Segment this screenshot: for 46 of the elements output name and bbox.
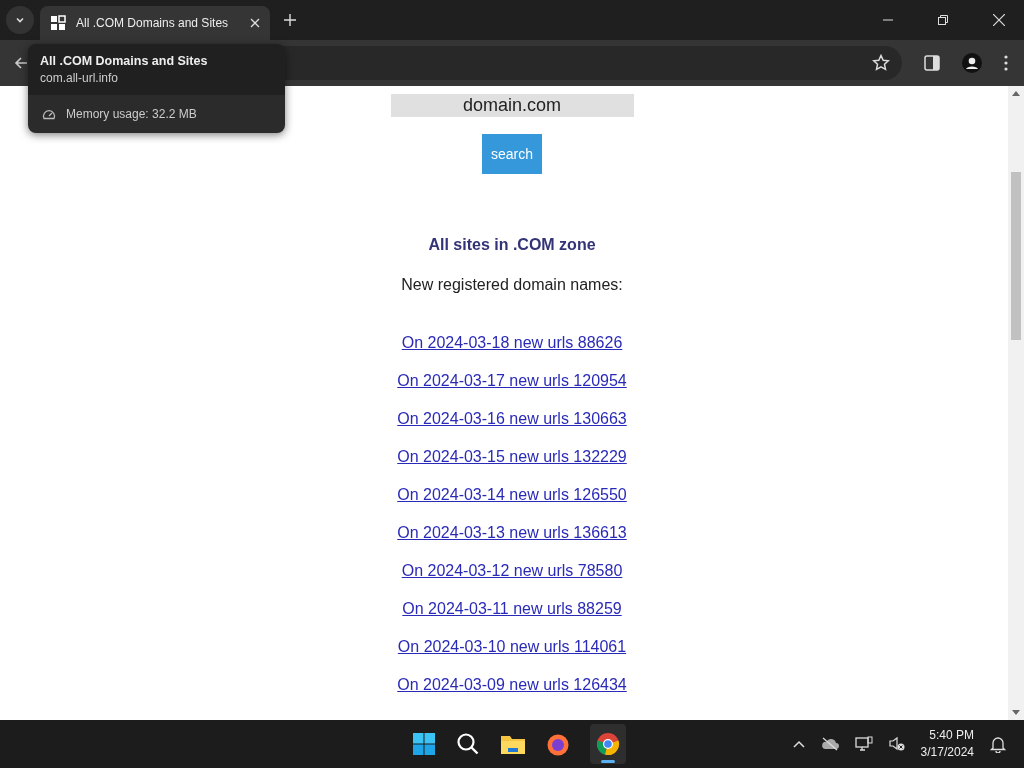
date-link[interactable]: On 2024-03-15 new urls 132229: [397, 446, 627, 467]
grid-favicon-icon: [50, 15, 66, 31]
section-heading: All sites in .COM zone: [428, 236, 596, 254]
search-field[interactable]: domain.com: [390, 94, 634, 117]
restore-icon[interactable]: [938, 15, 948, 25]
profile-icon[interactable]: [962, 53, 982, 73]
close-tab-icon[interactable]: [250, 18, 260, 28]
chrome-taskbar-button[interactable]: [590, 724, 626, 764]
speaker-muted-icon[interactable]: [888, 736, 905, 752]
folder-icon[interactable]: [500, 733, 526, 755]
hover-card-title: All .COM Domains and Sites: [40, 54, 209, 68]
subheading: New registered domain names:: [401, 276, 623, 294]
bookmark-star-icon[interactable]: [872, 54, 890, 72]
clock-date[interactable]: 3/17/2024: [920, 744, 974, 761]
clock-time[interactable]: 5:40 PM: [929, 727, 974, 744]
menu-icon[interactable]: [1004, 55, 1008, 71]
memory-usage: Memory usage: 32.2 MB: [66, 107, 197, 121]
date-link[interactable]: On 2024-03-18 new urls 88626: [401, 332, 623, 353]
date-link[interactable]: On 2024-03-09 new urls 126434: [397, 674, 627, 695]
date-link[interactable]: On 2024-03-17 new urls 120954: [397, 370, 627, 391]
cloud-off-icon[interactable]: [820, 737, 839, 751]
new-tab-icon[interactable]: [284, 14, 296, 26]
search-icon[interactable]: [456, 732, 480, 756]
firefox-icon[interactable]: [546, 732, 570, 756]
chrome-icon: [596, 732, 620, 756]
side-panel-icon[interactable]: [924, 55, 940, 71]
gauge-icon: [42, 108, 56, 120]
start-icon[interactable]: [412, 732, 436, 756]
hover-card-url: com.all-url.info: [40, 71, 120, 85]
notification-bell-icon[interactable]: [990, 735, 1006, 753]
network-monitor-icon[interactable]: [854, 736, 873, 752]
date-link[interactable]: On 2024-03-10 new urls 114061: [397, 636, 627, 657]
scrollbar[interactable]: [1008, 86, 1024, 720]
date-link[interactable]: On 2024-03-13 new urls 136613: [397, 522, 627, 543]
date-link[interactable]: On 2024-03-14 new urls 126550: [397, 484, 627, 505]
back-arrow-icon[interactable]: [14, 56, 28, 70]
close-window-icon[interactable]: [993, 14, 1005, 26]
date-link[interactable]: On 2024-03-11 new urls 88259: [402, 598, 622, 619]
scroll-down-icon[interactable]: [1012, 710, 1020, 716]
scroll-up-icon[interactable]: [1012, 90, 1020, 96]
tab-title: All .COM Domains and Sites: [76, 16, 230, 30]
date-link[interactable]: On 2024-03-16 new urls 130663: [397, 408, 627, 429]
chevron-up-icon[interactable]: [792, 740, 805, 748]
scrollbar-thumb[interactable]: [1011, 172, 1021, 340]
date-link[interactable]: On 2024-03-12 new urls 78580: [401, 560, 623, 581]
browser-tab[interactable]: All .COM Domains and Sites: [40, 6, 270, 40]
